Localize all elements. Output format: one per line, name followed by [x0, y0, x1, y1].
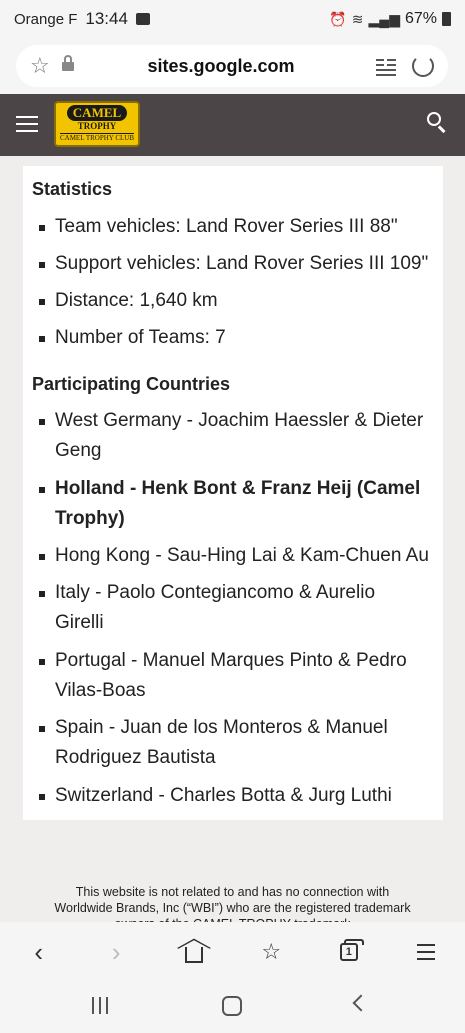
country-item: Hong Kong - Sau-Hing Lai & Kam-Chuen Au [32, 541, 437, 571]
country-item: Switzerland - Charles Botta & Jurg Luthi [32, 781, 437, 811]
browser-toolbar: ‹ › ☆ 1 [0, 922, 465, 982]
country-item: Portugal - Manuel Marques Pinto & Pedro V… [32, 646, 437, 706]
logo-text-top: CAMEL [66, 105, 128, 121]
battery-percent: 67% [404, 10, 437, 27]
url-text[interactable]: sites.google.com [74, 56, 376, 77]
system-navigation-bar [0, 982, 465, 1033]
camel-trophy-logo[interactable]: CAMEL TROPHY CAMEL TROPHY CLUB [54, 101, 140, 147]
wifi-icon: ≋ [351, 10, 364, 27]
footer-line: Worldwide Brands, Inc (“WBI”) who are th… [54, 901, 411, 915]
site-header: CAMEL TROPHY CAMEL TROPHY CLUB [0, 94, 465, 156]
search-icon[interactable] [427, 112, 447, 134]
forward-button[interactable]: › [96, 932, 136, 972]
carrier-label: Orange F [14, 10, 78, 28]
browser-address-area: ☆ sites.google.com [0, 38, 465, 94]
home-button[interactable] [174, 932, 214, 972]
statistics-item: Support vehicles: Land Rover Series III … [32, 249, 437, 279]
message-notification-icon [135, 13, 150, 25]
logo-text-bottom: CAMEL TROPHY CLUB [59, 133, 135, 142]
bookmark-star-icon[interactable]: ☆ [30, 55, 52, 77]
signal-icon: ▂▄▆ [368, 10, 400, 27]
battery-icon [442, 12, 451, 26]
content-card: Statistics Team vehicles: Land Rover Ser… [23, 166, 443, 820]
country-item: Italy - Paolo Contegiancomo & Aurelio Gir… [32, 578, 437, 638]
tabs-icon: 1 [339, 939, 364, 961]
bookmark-list-icon: ☆ [261, 939, 282, 964]
hamburger-menu-icon[interactable] [16, 116, 38, 134]
recent-apps-icon[interactable] [92, 997, 110, 1015]
chevron-left-icon: ‹ [34, 936, 44, 967]
status-bar: Orange F 13:44 ⏰ ≋ ▂▄▆ 67% [0, 0, 465, 38]
reader-mode-icon[interactable] [376, 57, 396, 76]
statistics-item: Team vehicles: Land Rover Series III 88" [32, 212, 437, 242]
logo-text-mid: TROPHY [77, 121, 117, 131]
reload-icon[interactable] [412, 55, 434, 77]
tabs-button[interactable]: 1 [329, 932, 369, 972]
back-nav-icon[interactable] [352, 994, 370, 1012]
bookmarks-button[interactable]: ☆ [251, 932, 291, 972]
menu-icon [417, 944, 436, 960]
statistics-item: Distance: 1,640 km [32, 286, 437, 316]
statistics-heading: Statistics [32, 179, 113, 199]
address-bar[interactable]: ☆ sites.google.com [16, 45, 448, 87]
country-item: West Germany - Joachim Haessler & Dieter… [32, 406, 437, 466]
country-item: Spain - Juan de los Monteros & Manuel Rod… [32, 713, 437, 773]
statistics-item: Number of Teams: 7 [32, 323, 437, 353]
footer-line: This website is not related to and has n… [75, 885, 390, 899]
clock: 13:44 [85, 9, 128, 28]
lock-icon[interactable] [62, 55, 74, 72]
chevron-right-icon: › [111, 936, 121, 967]
home-icon [176, 938, 211, 963]
home-nav-icon[interactable] [222, 996, 242, 1016]
footer-disclaimer: This website is not related to and has n… [30, 884, 435, 924]
menu-button[interactable] [406, 932, 446, 972]
country-item: Holland - Henk Bont & Franz Heij (Camel T… [32, 474, 437, 534]
back-button[interactable]: ‹ [19, 932, 59, 972]
countries-heading: Participating Countries [32, 374, 231, 394]
alarm-icon: ⏰ [329, 10, 347, 27]
